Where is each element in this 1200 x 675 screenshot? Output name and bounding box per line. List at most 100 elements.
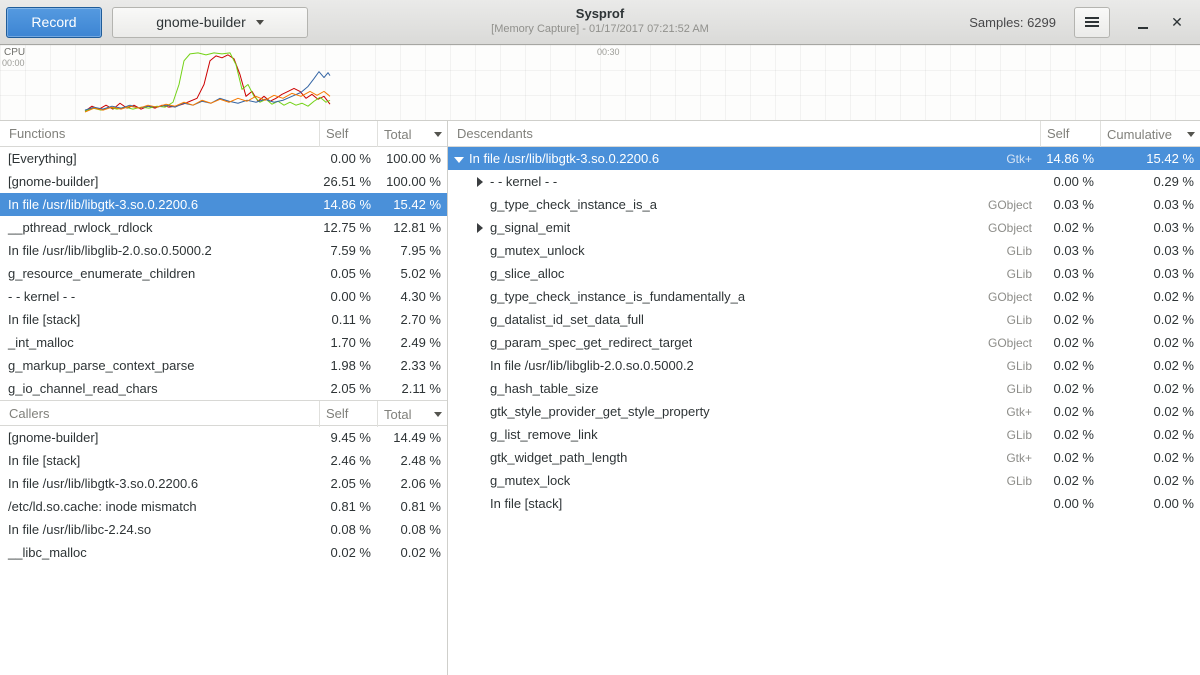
close-button[interactable]: ✕ [1160, 5, 1194, 39]
table-row[interactable]: [gnome-builder] 9.45 % 14.49 % [0, 426, 447, 449]
table-row[interactable]: In file /usr/lib/libglib-2.0.so.0.5000.2… [448, 354, 1200, 377]
table-row[interactable]: g_param_spec_get_redirect_target GObject… [448, 331, 1200, 354]
descendants-column-header[interactable]: Descendants [448, 121, 1040, 147]
total-percent: 2.49 % [377, 335, 447, 350]
table-row[interactable]: In file /usr/lib/libc-2.24.so 0.08 % 0.0… [0, 518, 447, 541]
functions-self-column-header[interactable]: Self [319, 121, 377, 147]
expander-icon[interactable] [475, 476, 485, 486]
function-name: g_hash_table_size [490, 381, 598, 396]
total-percent: 12.81 % [377, 220, 447, 235]
table-row[interactable]: g_type_check_instance_is_a GObject 0.03 … [448, 193, 1200, 216]
total-percent: 2.06 % [377, 476, 447, 491]
header-bar: Record gnome-builder Sysprof [Memory Cap… [0, 0, 1200, 45]
time-label-start: 00:00 [2, 58, 25, 68]
self-percent: 7.59 % [319, 243, 377, 258]
self-percent: 0.02 % [1040, 312, 1100, 327]
cumulative-percent: 0.02 % [1100, 381, 1200, 396]
table-row[interactable]: [gnome-builder] 26.51 % 100.00 % [0, 170, 447, 193]
cumulative-percent: 0.03 % [1100, 243, 1200, 258]
expander-icon[interactable] [475, 384, 485, 394]
time-label-mid: 00:30 [597, 47, 620, 57]
function-name: In file [stack] [490, 496, 562, 511]
table-row[interactable]: - - kernel - - 0.00 % 4.30 % [0, 285, 447, 308]
expander-icon[interactable] [475, 292, 485, 302]
functions-total-column-header[interactable]: Total [377, 121, 447, 147]
expander-icon[interactable] [475, 246, 485, 256]
function-name: [gnome-builder] [0, 430, 319, 445]
table-row[interactable]: g_mutex_unlock GLib 0.03 % 0.03 % [448, 239, 1200, 262]
self-percent: 0.00 % [1040, 174, 1100, 189]
table-row[interactable]: In file [stack] 0.11 % 2.70 % [0, 308, 447, 331]
table-row[interactable]: __libc_malloc 0.02 % 0.02 % [0, 541, 447, 564]
function-name: In file /usr/lib/libc-2.24.so [0, 522, 319, 537]
menu-button[interactable] [1074, 7, 1110, 38]
table-row[interactable]: g_mutex_lock GLib 0.02 % 0.02 % [448, 469, 1200, 492]
samples-count: Samples: 6299 [969, 15, 1056, 30]
expander-icon[interactable] [475, 453, 485, 463]
cpu-label: CPU [4, 47, 25, 58]
table-row[interactable]: g_resource_enumerate_children 0.05 % 5.0… [0, 262, 447, 285]
table-row[interactable]: g_datalist_id_set_data_full GLib 0.02 % … [448, 308, 1200, 331]
table-row[interactable]: In file /usr/lib/libglib-2.0.so.0.5000.2… [0, 239, 447, 262]
descendants-cumulative-column-header[interactable]: Cumulative [1100, 121, 1200, 147]
header-left: Record gnome-builder [6, 7, 308, 38]
expander-icon[interactable] [475, 200, 485, 210]
table-row[interactable]: In file /usr/lib/libgtk-3.so.0.2200.6 14… [0, 193, 447, 216]
function-name: In file [stack] [0, 453, 319, 468]
functions-column-header[interactable]: Functions [0, 121, 319, 147]
expander-icon[interactable] [475, 361, 485, 371]
table-row[interactable]: g_signal_emit GObject 0.02 % 0.03 % [448, 216, 1200, 239]
table-row[interactable]: g_io_channel_read_chars 2.05 % 2.11 % [0, 377, 447, 400]
callers-total-column-header[interactable]: Total [377, 401, 447, 427]
minimize-button[interactable] [1126, 5, 1160, 39]
total-percent: 4.30 % [377, 289, 447, 304]
table-row[interactable]: In file [stack] 0.00 % 0.00 % [448, 492, 1200, 515]
callers-self-column-header[interactable]: Self [319, 401, 377, 427]
process-selector[interactable]: gnome-builder [112, 7, 308, 38]
left-pane: Functions Self Total [Everything] 0.00 %… [0, 121, 448, 675]
expander-icon[interactable] [475, 223, 485, 233]
self-percent: 0.00 % [319, 151, 377, 166]
close-icon: ✕ [1171, 15, 1183, 29]
function-name: g_mutex_unlock [490, 243, 585, 258]
table-row[interactable]: In file /usr/lib/libgtk-3.so.0.2200.6 Gt… [448, 147, 1200, 170]
record-button[interactable]: Record [6, 7, 102, 38]
table-row[interactable]: /etc/ld.so.cache: inode mismatch 0.81 % … [0, 495, 447, 518]
library-name: GLib [1007, 359, 1040, 373]
expander-icon[interactable] [475, 177, 485, 187]
table-row[interactable]: g_list_remove_link GLib 0.02 % 0.02 % [448, 423, 1200, 446]
table-row[interactable]: __pthread_rwlock_rdlock 12.75 % 12.81 % [0, 216, 447, 239]
table-row[interactable]: In file [stack] 2.46 % 2.48 % [0, 449, 447, 472]
expander-icon[interactable] [475, 269, 485, 279]
self-percent: 0.02 % [1040, 450, 1100, 465]
table-row[interactable]: g_hash_table_size GLib 0.02 % 0.02 % [448, 377, 1200, 400]
self-percent: 2.05 % [319, 476, 377, 491]
expander-icon[interactable] [475, 315, 485, 325]
total-percent: 100.00 % [377, 151, 447, 166]
table-row[interactable]: gtk_widget_path_length Gtk+ 0.02 % 0.02 … [448, 446, 1200, 469]
cumulative-percent: 0.03 % [1100, 220, 1200, 235]
expander-icon[interactable] [454, 154, 464, 164]
cumulative-percent: 0.00 % [1100, 496, 1200, 511]
table-row[interactable]: g_type_check_instance_is_fundamentally_a… [448, 285, 1200, 308]
sort-descending-icon [434, 132, 442, 137]
self-percent: 0.02 % [1040, 335, 1100, 350]
cumulative-percent: 0.02 % [1100, 473, 1200, 488]
table-row[interactable]: In file /usr/lib/libgtk-3.so.0.2200.6 2.… [0, 472, 447, 495]
function-name: In file /usr/lib/libglib-2.0.so.0.5000.2 [0, 243, 319, 258]
table-row[interactable]: gtk_style_provider_get_style_property Gt… [448, 400, 1200, 423]
expander-icon[interactable] [475, 499, 485, 509]
callers-column-header[interactable]: Callers [0, 401, 319, 427]
expander-icon[interactable] [475, 338, 485, 348]
table-row[interactable]: [Everything] 0.00 % 100.00 % [0, 147, 447, 170]
table-row[interactable]: g_markup_parse_context_parse 1.98 % 2.33… [0, 354, 447, 377]
descendants-self-column-header[interactable]: Self [1040, 121, 1100, 147]
table-row[interactable]: - - kernel - - 0.00 % 0.29 % [448, 170, 1200, 193]
function-name: g_datalist_id_set_data_full [490, 312, 644, 327]
table-row[interactable]: _int_malloc 1.70 % 2.49 % [0, 331, 447, 354]
cumulative-percent: 0.02 % [1100, 404, 1200, 419]
table-row[interactable]: g_slice_alloc GLib 0.03 % 0.03 % [448, 262, 1200, 285]
expander-icon[interactable] [475, 430, 485, 440]
expander-icon[interactable] [475, 407, 485, 417]
cpu-graph[interactable]: CPU 00:00 00:30 [0, 45, 1200, 121]
